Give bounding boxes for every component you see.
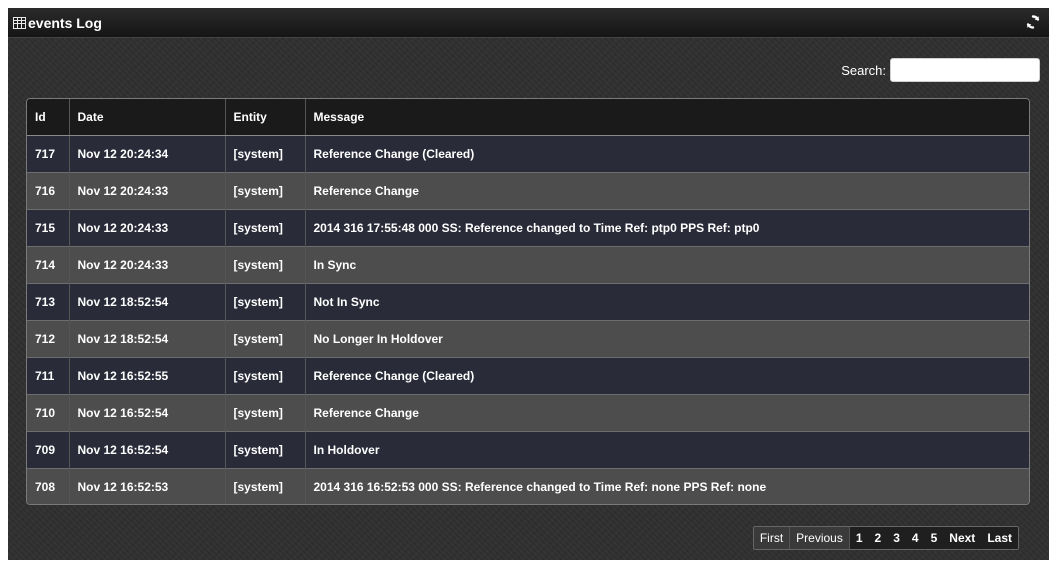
cell-date: Nov 12 20:24:33 [68,208,225,246]
table-row[interactable]: 709 Nov 12 16:52:54 [system] In Holdover [27,430,1029,468]
cell-entity: [system] [224,135,305,172]
pagination-next-button[interactable]: Next [943,527,982,549]
cell-date: Nov 12 18:52:54 [68,319,225,357]
cell-date: Nov 12 20:24:33 [68,171,225,209]
cell-entity: [system] [224,171,305,209]
table-row[interactable]: 711 Nov 12 16:52:55 [system] Reference C… [27,356,1029,394]
cell-message: 2014 316 17:55:48 000 SS: Reference chan… [304,208,1029,246]
events-table-container: Id Date Entity Message 717 Nov 12 20:24:… [26,98,1030,505]
cell-date: Nov 12 16:52:54 [68,430,225,468]
pagination: First Previous 1 2 3 4 5 Next Last [752,526,1019,550]
cell-id: 715 [27,208,69,246]
grid-icon [13,17,26,29]
cell-entity: [system] [224,467,305,504]
pagination-page-4[interactable]: 4 [905,527,925,549]
column-header-date[interactable]: Date [68,99,225,136]
table-row[interactable]: 713 Nov 12 18:52:54 [system] Not In Sync [27,282,1029,320]
search-row: Search: [841,58,1040,82]
pagination-first-button[interactable]: First [753,527,790,549]
events-log-panel: events Log Search: Id Date Entity Messag… [8,8,1049,560]
table-row[interactable]: 716 Nov 12 20:24:33 [system] Reference C… [27,171,1029,209]
cell-id: 712 [27,319,69,357]
cell-entity: [system] [224,319,305,357]
cell-id: 714 [27,245,69,283]
pagination-previous-button[interactable]: Previous [789,527,849,549]
cell-date: Nov 12 18:52:54 [68,282,225,320]
table-row[interactable]: 708 Nov 12 16:52:53 [system] 2014 316 16… [27,467,1029,504]
cell-message: Reference Change [304,393,1029,431]
cell-message: In Holdover [304,430,1029,468]
panel-title: events Log [28,15,102,31]
column-header-id[interactable]: Id [27,99,69,136]
cell-entity: [system] [224,356,305,394]
pagination-page-2[interactable]: 2 [868,527,888,549]
cell-id: 711 [27,356,69,394]
cell-entity: [system] [224,245,305,283]
cell-id: 713 [27,282,69,320]
cell-date: Nov 12 16:52:53 [68,467,225,504]
cell-id: 716 [27,171,69,209]
pagination-page-5[interactable]: 5 [924,527,944,549]
events-table: Id Date Entity Message 717 Nov 12 20:24:… [27,99,1029,504]
panel-header: events Log [8,8,1049,38]
search-input[interactable] [890,58,1040,82]
cell-message: Not In Sync [304,282,1029,320]
table-row[interactable]: 712 Nov 12 18:52:54 [system] No Longer I… [27,319,1029,357]
table-row[interactable]: 715 Nov 12 20:24:33 [system] 2014 316 17… [27,208,1029,246]
pagination-page-3[interactable]: 3 [887,527,906,549]
column-header-entity[interactable]: Entity [224,99,305,136]
refresh-icon[interactable] [1025,14,1041,30]
cell-date: Nov 12 16:52:55 [68,356,225,394]
column-header-message[interactable]: Message [304,99,1029,136]
cell-entity: [system] [224,282,305,320]
table-row[interactable]: 717 Nov 12 20:24:34 [system] Reference C… [27,135,1029,172]
cell-entity: [system] [224,393,305,431]
cell-message: In Sync [304,245,1029,283]
cell-entity: [system] [224,208,305,246]
pagination-last-button[interactable]: Last [981,527,1018,549]
table-header-row: Id Date Entity Message [27,99,1029,136]
cell-message: Reference Change [304,171,1029,209]
cell-message: Reference Change (Cleared) [304,356,1029,394]
pagination-page-1[interactable]: 1 [848,527,869,549]
cell-message: No Longer In Holdover [304,319,1029,357]
cell-id: 708 [27,467,69,504]
cell-date: Nov 12 20:24:34 [68,135,225,172]
table-row[interactable]: 714 Nov 12 20:24:33 [system] In Sync [27,245,1029,283]
table-row[interactable]: 710 Nov 12 16:52:54 [system] Reference C… [27,393,1029,431]
cell-entity: [system] [224,430,305,468]
cell-date: Nov 12 20:24:33 [68,245,225,283]
cell-id: 709 [27,430,69,468]
cell-id: 717 [27,135,69,172]
cell-message: 2014 316 16:52:53 000 SS: Reference chan… [304,467,1029,504]
cell-date: Nov 12 16:52:54 [68,393,225,431]
search-label: Search: [841,62,886,78]
cell-message: Reference Change (Cleared) [304,135,1029,172]
cell-id: 710 [27,393,69,431]
